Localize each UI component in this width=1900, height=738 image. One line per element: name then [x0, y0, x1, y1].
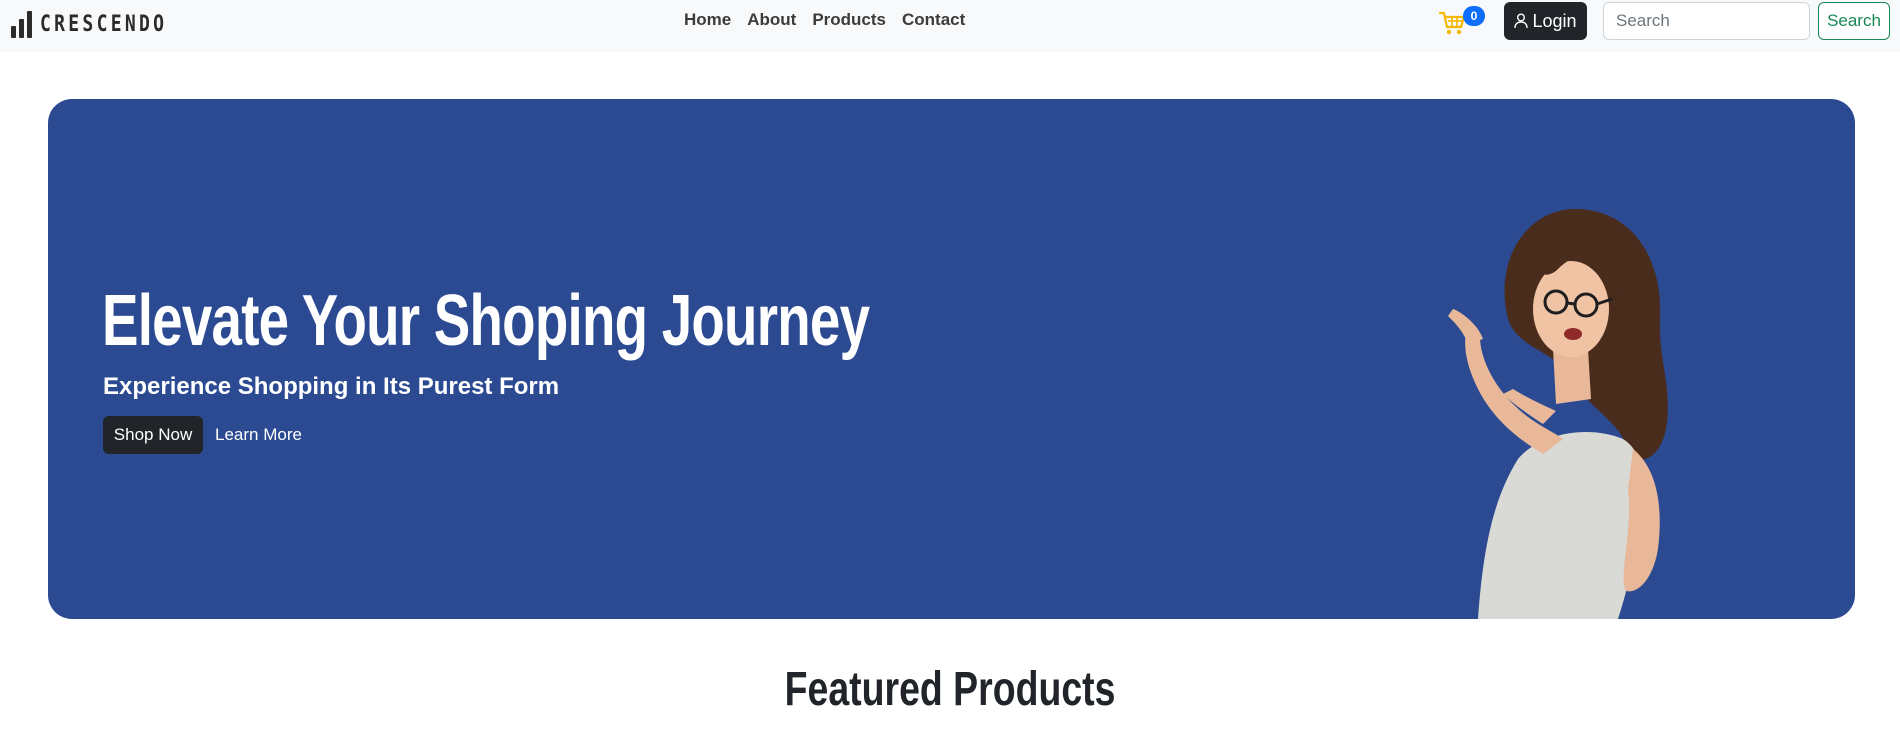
search-input[interactable] [1603, 2, 1810, 40]
search-button[interactable]: Search [1818, 2, 1890, 40]
main-nav: Home About Products Contact [684, 8, 965, 32]
login-button[interactable]: Login [1504, 2, 1587, 40]
navbar: CRESCENDO Home About Products Contact 0 … [0, 0, 1900, 52]
login-label: Login [1532, 10, 1577, 31]
hero-model-image [1448, 208, 1668, 619]
nav-link-contact[interactable]: Contact [902, 8, 965, 32]
learn-more-link[interactable]: Learn More [215, 416, 302, 454]
brand-logo[interactable]: CRESCENDO [11, 7, 195, 41]
featured-products-title: Featured Products [784, 663, 1116, 716]
nav-link-home[interactable]: Home [684, 8, 731, 32]
hero-subtitle: Experience Shopping in Its Purest Form [103, 373, 560, 400]
featured-products-heading: Featured Products [0, 662, 1900, 718]
cart-count-badge: 0 [1463, 6, 1485, 26]
user-icon [1514, 13, 1529, 29]
brand-name: CRESCENDO [40, 11, 168, 37]
nav-link-about[interactable]: About [747, 8, 796, 32]
cart-button[interactable]: 0 [1439, 6, 1485, 38]
hero-banner: Elevate Your Shoping Journey Experience … [48, 99, 1855, 619]
bar-chart-logo-icon [11, 10, 32, 38]
hero-title: Elevate Your Shoping Journey [102, 281, 870, 361]
nav-link-products[interactable]: Products [812, 8, 886, 32]
shop-now-button[interactable]: Shop Now [103, 416, 203, 454]
